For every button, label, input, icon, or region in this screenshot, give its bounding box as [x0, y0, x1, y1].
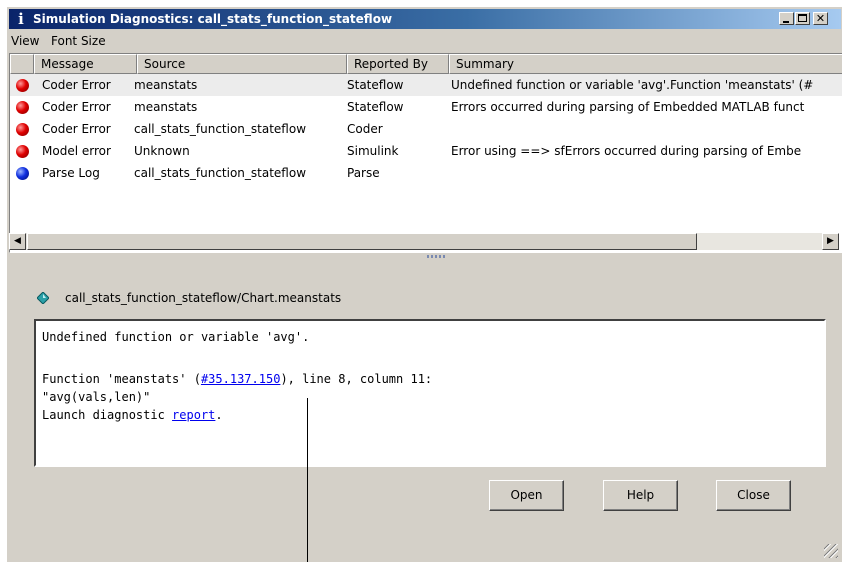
maximize-icon — [798, 14, 807, 22]
message-cell: Coder Error — [42, 122, 111, 136]
table-header: Message Source Reported By Summary — [10, 54, 842, 74]
close-window-button[interactable]: ✕ — [813, 12, 828, 25]
diagnostic-message-box[interactable]: Undefined function or variable 'avg'. Fu… — [34, 319, 826, 467]
source-cell: meanstats — [134, 78, 198, 92]
reported-by-cell: Simulink — [347, 144, 399, 158]
horizontal-scrollbar[interactable]: ◀ ▶ — [9, 233, 839, 250]
arrow-left-icon: ◀ — [14, 236, 21, 246]
arrow-right-icon: ▶ — [827, 236, 834, 246]
message-cell: Model error — [42, 144, 111, 158]
close-button[interactable]: Close — [716, 480, 791, 511]
help-button[interactable]: Help — [603, 480, 678, 511]
table-row[interactable]: Parse Log call_stats_function_stateflow … — [10, 162, 842, 184]
table-row[interactable]: Coder Error call_stats_function_stateflo… — [10, 118, 842, 140]
column-header-summary[interactable]: Summary — [449, 54, 842, 74]
message-line: Launch diagnostic report. — [42, 407, 223, 423]
reported-by-cell: Parse — [347, 166, 380, 180]
table-row[interactable]: Coder Error meanstats Stateflow Undefine… — [10, 74, 842, 96]
chart-diamond-icon — [37, 292, 49, 304]
summary-cell: Undefined function or variable 'avg'.Fun… — [451, 78, 814, 92]
message-line: Function 'meanstats' (#35.137.150), line… — [42, 371, 432, 387]
info-dot-icon — [16, 167, 29, 180]
menu-font-size[interactable]: Font Size — [51, 33, 106, 49]
message-cell: Parse Log — [42, 166, 100, 180]
error-icon — [16, 123, 29, 136]
source-location-link[interactable]: #35.137.150 — [201, 372, 280, 386]
source-path: call_stats_function_stateflow/Chart.mean… — [65, 291, 342, 305]
window-title: Simulation Diagnostics: call_stats_funct… — [33, 12, 393, 26]
error-icon — [16, 101, 29, 114]
report-link[interactable]: report — [172, 408, 215, 422]
scroll-left-button[interactable]: ◀ — [9, 233, 26, 250]
summary-cell: Errors occurred during parsing of Embedd… — [451, 100, 805, 114]
title-bar[interactable]: i Simulation Diagnostics: call_stats_fun… — [9, 9, 841, 29]
icon-column-header — [10, 54, 34, 74]
diagnostics-window: i Simulation Diagnostics: call_stats_fun… — [6, 6, 842, 562]
message-text: ), line 8, column 11: — [280, 372, 433, 386]
minimize-button[interactable] — [779, 12, 794, 25]
summary-cell: Error using ==> sfErrors occurred during… — [451, 144, 802, 158]
maximize-button[interactable] — [795, 12, 810, 25]
table-row[interactable]: Coder Error meanstats Stateflow Errors o… — [10, 96, 842, 118]
menu-view[interactable]: View — [11, 33, 39, 49]
message-text: Function 'meanstats' ( — [42, 372, 201, 386]
scroll-right-button[interactable]: ▶ — [822, 233, 839, 250]
message-text: Launch diagnostic — [42, 408, 173, 422]
open-button[interactable]: Open — [489, 480, 564, 511]
reported-by-cell: Stateflow — [347, 78, 404, 92]
scrollbar-thumb[interactable] — [27, 233, 697, 250]
source-cell: meanstats — [134, 100, 198, 114]
message-line: "avg(vals,len)" — [42, 390, 151, 404]
column-header-source[interactable]: Source — [137, 54, 347, 74]
reported-by-cell: Coder — [347, 122, 383, 136]
column-header-message[interactable]: Message — [34, 54, 137, 74]
source-cell: call_stats_function_stateflow — [134, 166, 307, 180]
column-header-reported-by[interactable]: Reported By — [347, 54, 449, 74]
error-icon — [16, 145, 29, 158]
message-line: Undefined function or variable 'avg'. — [42, 330, 310, 344]
source-cell: Unknown — [134, 144, 190, 158]
table-row[interactable]: Model error Unknown Simulink Error using… — [10, 140, 842, 162]
minimize-icon — [783, 21, 789, 23]
message-cell: Coder Error — [42, 78, 111, 92]
message-text: . — [215, 408, 223, 422]
info-icon: i — [18, 10, 24, 28]
diagnostics-table: Message Source Reported By Summary Coder… — [9, 53, 842, 253]
message-cell: Coder Error — [42, 100, 111, 114]
source-cell: call_stats_function_stateflow — [134, 122, 307, 136]
pane-splitter-handle[interactable] — [427, 255, 445, 258]
reported-by-cell: Stateflow — [347, 100, 404, 114]
callout-line — [307, 398, 308, 562]
error-icon — [16, 79, 29, 92]
close-icon: ✕ — [815, 12, 826, 25]
resize-grip[interactable] — [824, 544, 838, 558]
